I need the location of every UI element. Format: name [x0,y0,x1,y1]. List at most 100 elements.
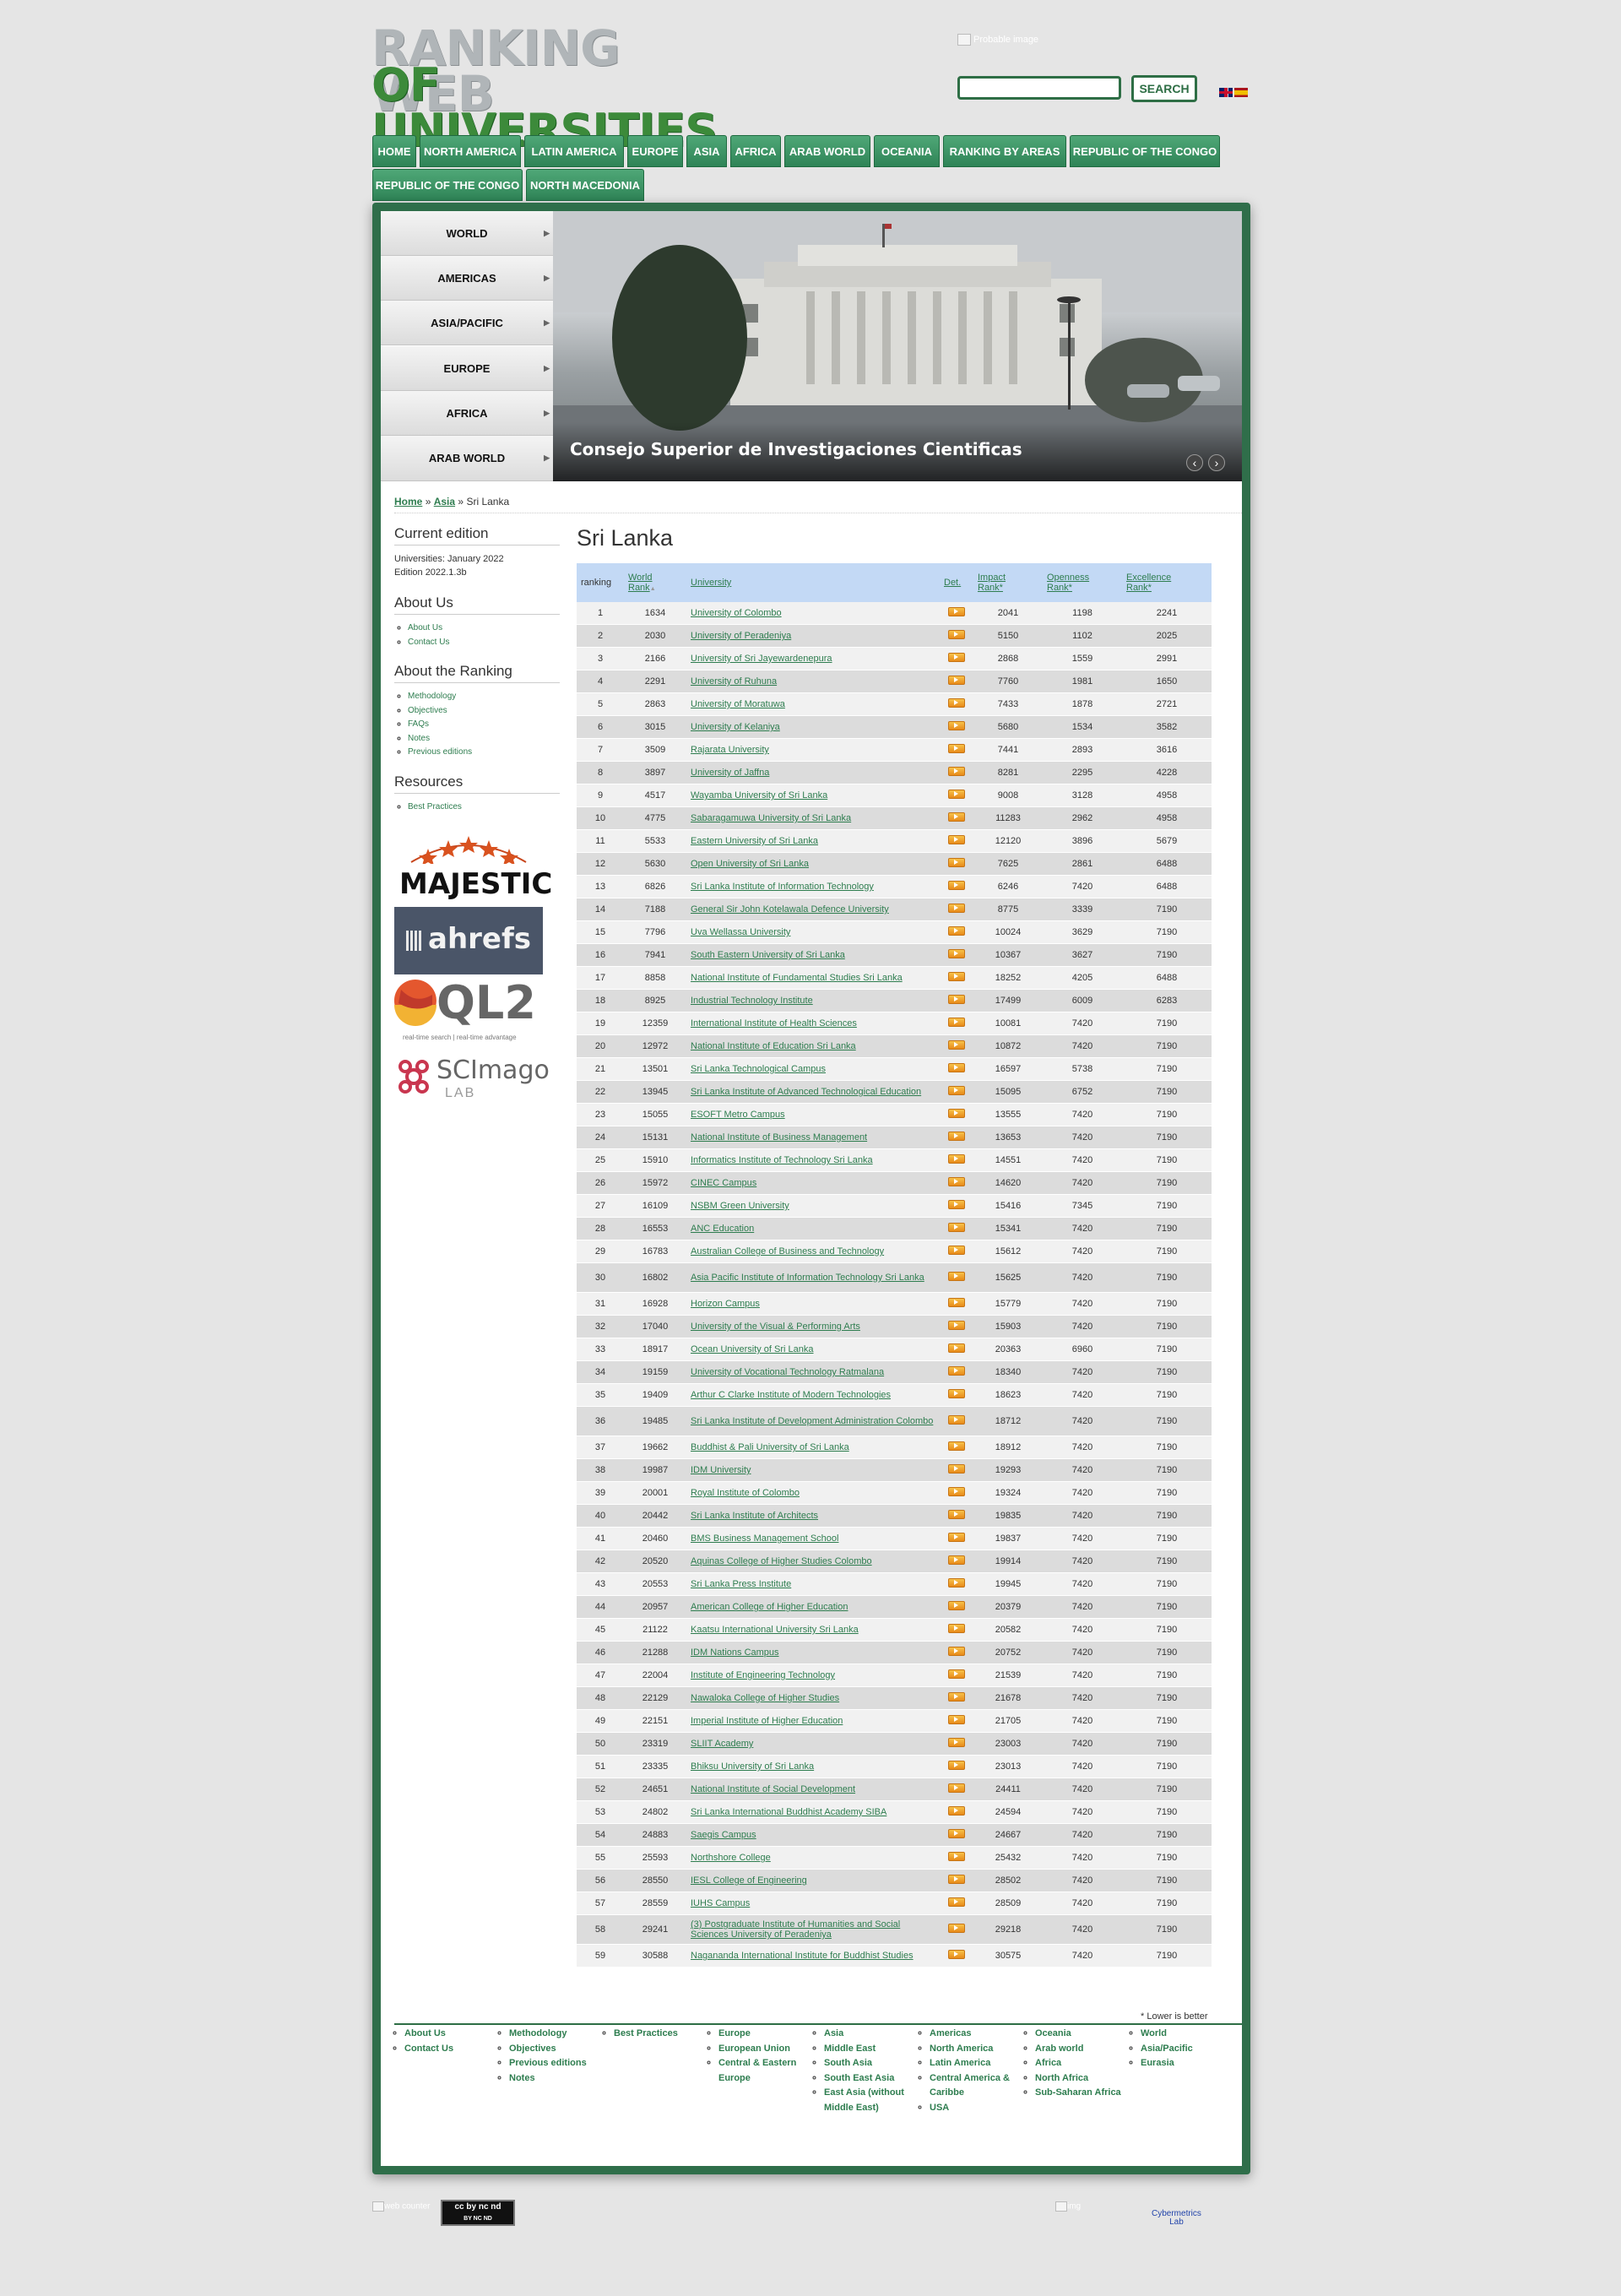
details-arrow-icon[interactable] [948,1806,965,1816]
details-arrow-icon[interactable] [948,1223,965,1232]
footer-link[interactable]: European Union [718,2044,790,2054]
footer-link[interactable]: Central America & Caribbe [930,2073,1010,2098]
details-arrow-icon[interactable] [948,995,965,1004]
university-link[interactable]: Saegis Campus [691,1830,756,1840]
footer-link[interactable]: About Us [404,2028,446,2038]
university-link[interactable]: Asia Pacific Institute of Information Te… [691,1273,924,1283]
details-arrow-icon[interactable] [948,1924,965,1933]
details-arrow-icon[interactable] [948,1555,965,1565]
university-link[interactable]: University of Vocational Technology Ratm… [691,1367,884,1377]
col-excellence[interactable]: Excellence Rank* [1122,563,1212,602]
footer-link[interactable]: South East Asia [824,2073,894,2083]
site-logo[interactable]: RANKING WEB OF UNIVERSITIES [371,24,743,154]
det-sort-link[interactable]: Det. [944,578,961,588]
details-arrow-icon[interactable] [948,676,965,685]
details-arrow-icon[interactable] [948,1852,965,1861]
footer-link[interactable]: Middle East [824,2044,876,2054]
university-link[interactable]: Horizon Campus [691,1299,760,1309]
details-arrow-icon[interactable] [948,1875,965,1884]
university-link[interactable]: Uva Wellassa University [691,927,790,937]
spanish-flag-icon[interactable] [1234,88,1248,97]
nav-home[interactable]: HOME [372,135,416,167]
details-arrow-icon[interactable] [948,1510,965,1519]
details-arrow-icon[interactable] [948,1343,965,1353]
faqs-link[interactable]: FAQs [408,719,429,729]
footer-link[interactable]: South Asia [824,2058,872,2068]
search-input[interactable] [957,76,1121,100]
nav-ranking-by-areas[interactable]: RANKING BY AREAS [943,135,1066,167]
nav-africa[interactable]: AFRICA [730,135,781,167]
details-arrow-icon[interactable] [948,790,965,799]
university-link[interactable]: (3) Postgraduate Institute of Humanities… [691,1919,900,1940]
university-link[interactable]: SLIIT Academy [691,1739,753,1749]
footer-link[interactable]: Africa [1035,2058,1061,2068]
university-link[interactable]: Sri Lanka International Buddhist Academy… [691,1807,886,1817]
details-arrow-icon[interactable] [948,1389,965,1398]
university-link[interactable]: American College of Higher Education [691,1602,848,1612]
details-arrow-icon[interactable] [948,1063,965,1072]
world-rank-sort-link[interactable]: World Rank [628,573,653,593]
footer-link[interactable]: Best Practices [614,2028,678,2038]
university-link[interactable]: Informatics Institute of Technology Sri … [691,1155,873,1165]
footer-link[interactable]: Arab world [1035,2044,1083,2054]
details-arrow-icon[interactable] [948,1647,965,1656]
details-arrow-icon[interactable] [948,1533,965,1542]
objectives-link[interactable]: Objectives [408,706,447,715]
previous-editions-link[interactable]: Previous editions [408,747,472,757]
university-link[interactable]: ESOFT Metro Campus [691,1110,785,1120]
details-arrow-icon[interactable] [948,812,965,822]
methodology-link[interactable]: Methodology [408,692,456,701]
university-link[interactable]: University of Colombo [691,608,782,618]
footer-link[interactable]: Central & Eastern Europe [718,2058,796,2083]
university-link[interactable]: Institute of Engineering Technology [691,1670,835,1680]
university-link[interactable]: Nagananda International Institute for Bu… [691,1951,914,1961]
university-link[interactable]: Royal Institute of Colombo [691,1488,800,1498]
details-arrow-icon[interactable] [948,1692,965,1702]
university-link[interactable]: IDM University [691,1465,751,1475]
col-impact[interactable]: Impact Rank* [973,563,1043,602]
contact-us-link[interactable]: Contact Us [408,638,449,647]
footer-link[interactable]: North America [930,2044,993,2054]
details-arrow-icon[interactable] [948,1177,965,1186]
university-link[interactable]: Open University of Sri Lanka [691,859,809,869]
university-link[interactable]: Sri Lanka Institute of Advanced Technolo… [691,1087,921,1097]
details-arrow-icon[interactable] [948,1601,965,1610]
nav-arab-world[interactable]: ARAB WORLD [784,135,870,167]
footer-link[interactable]: Previous editions [509,2058,587,2068]
details-arrow-icon[interactable] [948,1487,965,1496]
nav-oceania[interactable]: OCEANIA [874,135,940,167]
university-link[interactable]: Buddhist & Pali University of Sri Lanka [691,1442,849,1452]
footer-link[interactable]: North Africa [1035,2073,1088,2083]
university-link[interactable]: Ocean University of Sri Lanka [691,1344,814,1354]
best-practices-link[interactable]: Best Practices [408,802,462,811]
university-link[interactable]: Sri Lanka Institute of Development Admin… [691,1416,933,1426]
details-arrow-icon[interactable] [948,881,965,890]
impact-sort-link[interactable]: Impact Rank* [978,573,1006,593]
footer-link[interactable]: Eurasia [1141,2058,1174,2068]
university-link[interactable]: Wayamba University of Sri Lanka [691,790,827,801]
details-arrow-icon[interactable] [948,1897,965,1907]
details-arrow-icon[interactable] [948,1464,965,1474]
university-link[interactable]: CINEC Campus [691,1178,756,1188]
university-link[interactable]: Industrial Technology Institute [691,996,813,1006]
creative-commons-badge[interactable]: cc by nc nd BY NC ND [441,2200,515,2226]
university-link[interactable]: National Institute of Fundamental Studie… [691,973,903,983]
details-arrow-icon[interactable] [948,1715,965,1724]
about-us-link[interactable]: About Us [408,623,442,632]
details-arrow-icon[interactable] [948,1109,965,1118]
details-arrow-icon[interactable] [948,744,965,753]
details-arrow-icon[interactable] [948,1086,965,1095]
footer-link[interactable]: Contact Us [404,2044,453,2054]
details-arrow-icon[interactable] [948,1132,965,1141]
university-link[interactable]: University of Moratuwa [691,699,785,709]
university-link[interactable]: Sri Lanka Technological Campus [691,1064,826,1074]
details-arrow-icon[interactable] [948,721,965,730]
details-arrow-icon[interactable] [948,1321,965,1330]
university-link[interactable]: University of Kelaniya [691,722,780,732]
details-arrow-icon[interactable] [948,858,965,867]
footer-link[interactable]: World [1141,2028,1167,2038]
details-arrow-icon[interactable] [948,607,965,616]
university-link[interactable]: National Institute of Social Development [691,1784,855,1794]
university-link[interactable]: ANC Education [691,1224,754,1234]
nav-asia[interactable]: ASIA [686,135,727,167]
